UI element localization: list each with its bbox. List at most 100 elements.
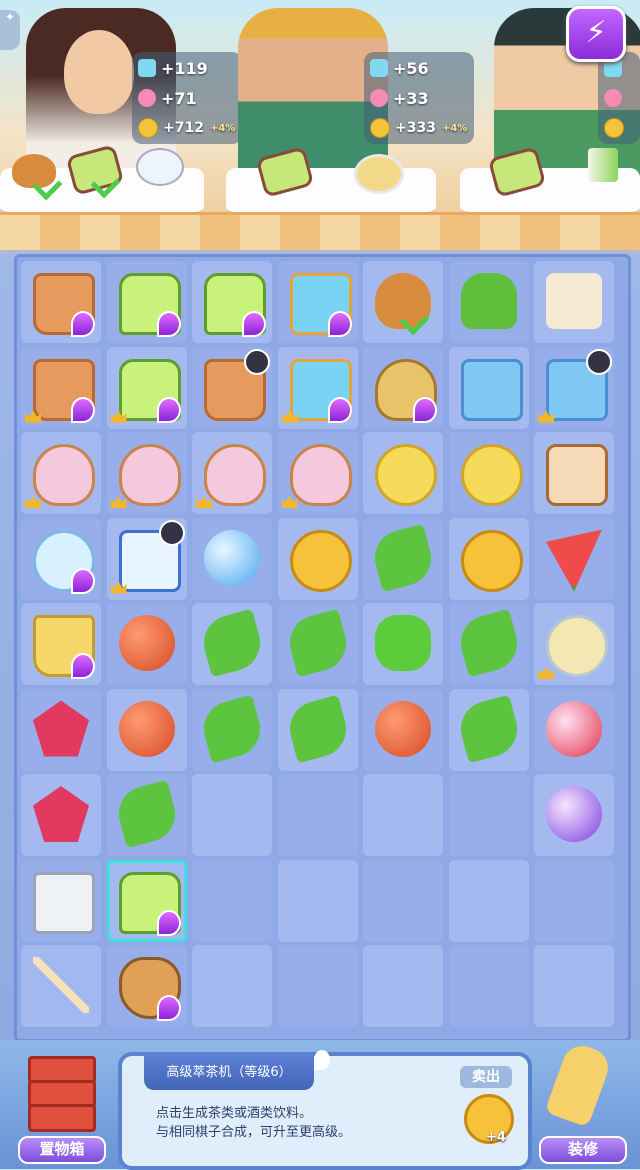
storage-button[interactable]: 置物箱: [18, 1046, 106, 1164]
pepper-icon[interactable]: [283, 694, 352, 763]
board-cell[interactable]: [363, 859, 443, 942]
board-cell[interactable]: [106, 945, 187, 1027]
board-cell[interactable]: [192, 603, 272, 685]
gem-icon[interactable]: [33, 700, 89, 757]
board-cell[interactable]: [277, 859, 358, 942]
board-cell[interactable]: [106, 688, 187, 771]
pepper-icon[interactable]: [283, 608, 352, 678]
pastry-icon[interactable]: [546, 444, 608, 506]
board-cell[interactable]: [21, 603, 101, 685]
board-cell[interactable]: [363, 688, 443, 771]
board-cell[interactable]: [534, 774, 614, 856]
board-cell[interactable]: [448, 603, 529, 685]
pepper-icon[interactable]: [368, 523, 438, 592]
teapot-icon[interactable]: [136, 148, 184, 186]
apple-icon[interactable]: [375, 700, 431, 757]
board-cell[interactable]: [448, 859, 529, 942]
board-cell[interactable]: [277, 603, 358, 685]
board-cell[interactable]: [106, 346, 187, 429]
board-cell[interactable]: [448, 774, 529, 856]
board-cell[interactable]: [277, 774, 358, 856]
board-cell[interactable]: [106, 432, 187, 514]
orb-icon[interactable]: [204, 529, 260, 586]
board-cell[interactable]: [106, 603, 187, 685]
board-cell[interactable]: [534, 688, 614, 771]
board-cell[interactable]: [363, 517, 443, 600]
apple-icon[interactable]: [118, 700, 175, 757]
bellpep-icon[interactable]: [375, 615, 431, 671]
pepper-icon[interactable]: [454, 694, 523, 763]
board-cell[interactable]: [448, 261, 529, 343]
board-cell[interactable]: [192, 517, 272, 600]
board-cell[interactable]: [192, 432, 272, 514]
fridge-icon[interactable]: [460, 358, 523, 421]
orb-red-icon[interactable]: [546, 700, 602, 757]
sell-button[interactable]: 卖出 +4: [456, 1066, 516, 1156]
icecream-icon[interactable]: [33, 444, 95, 506]
board-cell[interactable]: [363, 432, 443, 514]
board-cell[interactable]: [192, 774, 272, 856]
apple-icon[interactable]: [118, 615, 175, 671]
board-cell[interactable]: [363, 603, 443, 685]
pepper-icon[interactable]: [197, 608, 267, 678]
board-cell[interactable]: [534, 517, 614, 600]
broccoli-icon[interactable]: [460, 273, 517, 329]
cake-icon[interactable]: [460, 444, 523, 506]
board-cell[interactable]: [534, 261, 614, 343]
coins-icon[interactable]: [289, 529, 352, 592]
watermelon-icon[interactable]: [546, 529, 602, 592]
board-cell[interactable]: [106, 859, 187, 942]
board-cell[interactable]: [277, 432, 358, 514]
board-cell[interactable]: [448, 688, 529, 771]
board-cell[interactable]: [277, 945, 358, 1027]
board-cell[interactable]: [21, 432, 101, 514]
board-cell[interactable]: [448, 432, 529, 514]
board-cell[interactable]: [21, 346, 101, 429]
board-cell[interactable]: [277, 261, 358, 343]
paper-icon[interactable]: [546, 273, 602, 329]
board-cell[interactable]: [534, 432, 614, 514]
board-cell[interactable]: [21, 517, 101, 600]
pepper-icon[interactable]: [454, 608, 523, 678]
scallions-icon[interactable]: [588, 148, 618, 182]
side-tab[interactable]: ✦: [0, 10, 20, 50]
board-cell[interactable]: [534, 945, 614, 1027]
gem-icon[interactable]: [33, 786, 89, 842]
decorate-button[interactable]: 装修: [534, 1040, 628, 1164]
board-cell[interactable]: [277, 688, 358, 771]
board-cell[interactable]: [21, 945, 101, 1027]
coins-icon[interactable]: [460, 529, 523, 592]
swabs-icon[interactable]: [33, 957, 89, 1013]
board-cell[interactable]: [106, 517, 187, 600]
board-cell[interactable]: [534, 346, 614, 429]
lightning-icon[interactable]: ⚡: [566, 6, 626, 62]
tray-icon[interactable]: [33, 871, 95, 934]
soup-icon[interactable]: [546, 615, 608, 677]
board-cell[interactable]: [363, 261, 443, 343]
icecream-icon[interactable]: [204, 444, 266, 506]
board-cell[interactable]: [363, 945, 443, 1027]
board-cell[interactable]: [448, 945, 529, 1027]
board-cell[interactable]: [363, 346, 443, 429]
board-cell[interactable]: [534, 859, 614, 942]
board-cell[interactable]: [21, 688, 101, 771]
board-cell[interactable]: [534, 603, 614, 685]
orb-purple-icon[interactable]: [546, 786, 602, 842]
board-cell[interactable]: [106, 774, 187, 856]
board-cell[interactable]: [448, 517, 529, 600]
board-cell[interactable]: [192, 859, 272, 942]
board-cell[interactable]: [192, 688, 272, 771]
tea-cup-icon[interactable]: [354, 154, 404, 194]
board-cell[interactable]: [21, 859, 101, 942]
board-cell[interactable]: [192, 261, 272, 343]
board-cell[interactable]: [277, 517, 358, 600]
pepper-icon[interactable]: [197, 694, 267, 763]
board-cell[interactable]: [192, 346, 272, 429]
board-cell[interactable]: [192, 945, 272, 1027]
icecream-icon[interactable]: [289, 444, 352, 506]
board-cell[interactable]: [106, 261, 187, 343]
board-cell[interactable]: [21, 774, 101, 856]
board-cell[interactable]: [277, 346, 358, 429]
board-cell[interactable]: [363, 774, 443, 856]
pepper-icon[interactable]: [112, 779, 181, 849]
